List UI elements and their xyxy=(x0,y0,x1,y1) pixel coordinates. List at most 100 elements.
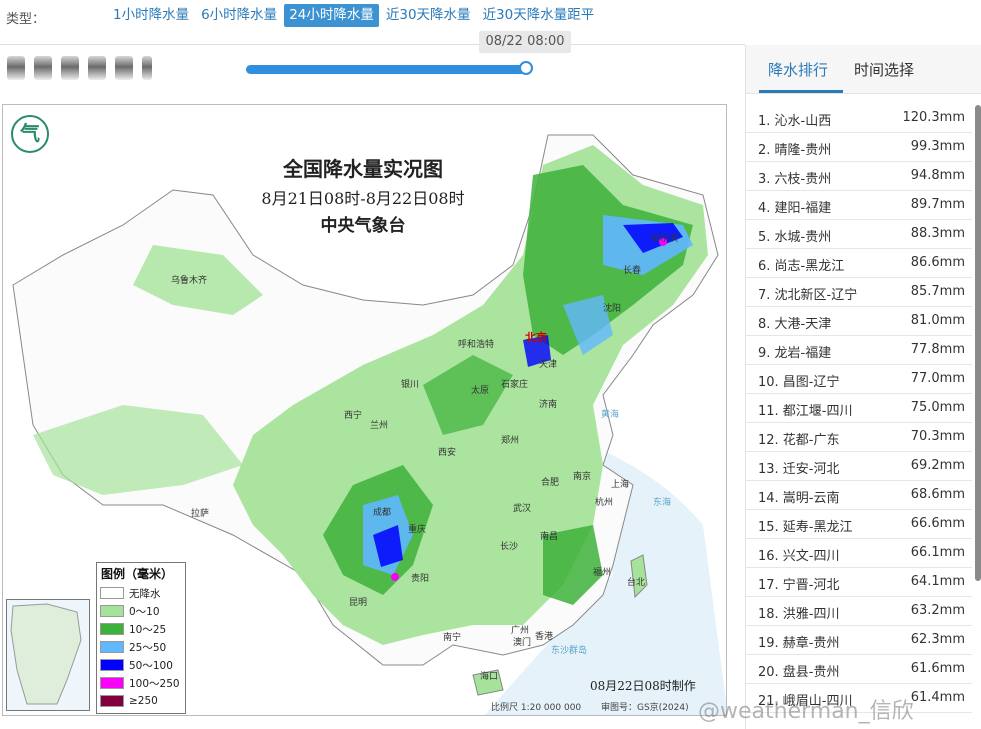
ranking-row[interactable]: 4. 建阳-福建 89.7mm xyxy=(746,191,972,220)
first-frame-button[interactable] xyxy=(7,56,25,80)
legend-item: 0～10 xyxy=(97,602,185,620)
last-frame-button[interactable] xyxy=(115,56,133,80)
ranking-tabs: 降水排行 时间选择 xyxy=(746,45,981,94)
ranking-row[interactable]: 18. 洪雅-四川 63.2mm xyxy=(746,597,972,626)
legend-label: 无降水 xyxy=(129,587,161,600)
ranking-row[interactable]: 13. 迁安-河北 69.2mm xyxy=(746,452,972,481)
tab-30d-anomaly[interactable]: 近30天降水量距平 xyxy=(478,4,600,27)
city-label: 沈阳 xyxy=(603,304,622,314)
ranking-row[interactable]: 9. 龙岩-福建 77.8mm xyxy=(746,336,972,365)
tab-1h-precip[interactable]: 1小时降水量 xyxy=(108,4,194,27)
tab-30d-precip[interactable]: 近30天降水量 xyxy=(381,4,476,27)
map-legend: 图例（毫米） 无降水 0～10 10～25 25～50 50～100 100～2… xyxy=(96,562,186,714)
city-label: 合肥 xyxy=(541,478,560,488)
ranking-value: 86.6mm xyxy=(910,255,965,270)
legend-item: 100～250 xyxy=(97,674,185,692)
sea-label: 东海 xyxy=(653,498,672,508)
ranking-value: 89.7mm xyxy=(910,197,965,212)
time-slider-handle[interactable] xyxy=(519,61,533,75)
ranking-row[interactable]: 11. 都江堰-四川 75.0mm xyxy=(746,394,972,423)
type-label: 类型： xyxy=(6,12,46,27)
map-org: 中央气象台 xyxy=(320,216,406,236)
city-label: 杭州 xyxy=(595,498,614,508)
legend-swatch xyxy=(100,659,124,671)
ranking-value: 68.6mm xyxy=(910,487,965,502)
city-label: 南昌 xyxy=(540,532,559,542)
city-label: 海口 xyxy=(480,672,499,682)
ranking-row[interactable]: 19. 赫章-贵州 62.3mm xyxy=(746,626,972,655)
ranking-value: 64.1mm xyxy=(910,574,965,589)
play-button[interactable] xyxy=(61,56,79,80)
precip-map[interactable]: 气 全国降水量实况图 8月21日08时-8月22日08时 中央气象台 乌鲁木齐 … xyxy=(2,104,727,716)
ranking-value: 94.8mm xyxy=(910,168,965,183)
city-label: 天津 xyxy=(539,360,558,370)
sea-label: 东沙群岛 xyxy=(551,646,588,656)
ranking-row[interactable]: 12. 花都-广东 70.3mm xyxy=(746,423,972,452)
legend-swatch xyxy=(100,677,124,689)
ranking-station: 10. 昌图-辽宁 xyxy=(758,375,840,390)
map-title: 全国降水量实况图 xyxy=(283,157,443,181)
ranking-row[interactable]: 1. 沁水-山西 120.3mm xyxy=(746,104,972,133)
city-label: 太原 xyxy=(471,386,490,396)
legend-item: 10～25 xyxy=(97,620,185,638)
ranking-row[interactable]: 8. 大港-天津 81.0mm xyxy=(746,307,972,336)
tab-time-select[interactable]: 时间选择 xyxy=(854,59,914,80)
ranking-station: 18. 洪雅-四川 xyxy=(758,607,840,622)
city-label: 郑州 xyxy=(501,436,520,446)
ranking-row[interactable]: 5. 水城-贵州 88.3mm xyxy=(746,220,972,249)
legend-swatch xyxy=(100,605,124,617)
city-label: 香港 xyxy=(535,632,554,642)
city-label: 重庆 xyxy=(408,525,427,535)
ranking-value: 61.4mm xyxy=(910,690,965,705)
ranking-row[interactable]: 6. 尚志-黑龙江 86.6mm xyxy=(746,249,972,278)
ranking-station: 15. 延寿-黑龙江 xyxy=(758,520,853,535)
map-subtitle: 8月21日08时-8月22日08时 xyxy=(261,189,465,208)
type-bar: 类型： 1小时降水量 6小时降水量 24小时降水量 近30天降水量 近30天降水… xyxy=(0,0,981,32)
ranking-row[interactable]: 3. 六枝-贵州 94.8mm xyxy=(746,162,972,191)
tab-6h-precip[interactable]: 6小时降水量 xyxy=(196,4,282,27)
city-label: 澳门 xyxy=(513,638,532,648)
active-tab-indicator xyxy=(759,90,843,93)
ranking-station: 3. 六枝-贵州 xyxy=(758,172,832,187)
ranking-row[interactable]: 7. 沈北新区-辽宁 85.7mm xyxy=(746,278,972,307)
ranking-row[interactable]: 15. 延寿-黑龙江 66.6mm xyxy=(746,510,972,539)
map-review-no: 审图号：GS京(2024) xyxy=(601,703,689,713)
city-label: 南宁 xyxy=(443,633,462,643)
ranking-panel: 降水排行 时间选择 1. 沁水-山西 120.3mm 2. 晴隆-贵州 99.3mm 3… xyxy=(745,45,981,729)
tab-ranking[interactable]: 降水排行 xyxy=(768,59,828,80)
pause-button[interactable] xyxy=(142,56,152,80)
city-label: 兰州 xyxy=(370,421,389,431)
legend-item: 25～50 xyxy=(97,638,185,656)
tab-24h-precip[interactable]: 24小时降水量 xyxy=(284,4,379,27)
prev-frame-button[interactable] xyxy=(34,56,52,80)
ranking-row[interactable]: 14. 嵩明-云南 68.6mm xyxy=(746,481,972,510)
ranking-row[interactable]: 17. 宁晋-河北 64.1mm xyxy=(746,568,972,597)
map-scale: 比例尺 1:20 000 000 xyxy=(491,703,582,713)
playback-controls xyxy=(7,56,152,80)
divider xyxy=(0,44,745,45)
city-label: 福州 xyxy=(593,568,612,578)
city-label: 西宁 xyxy=(344,411,363,421)
ranking-station: 4. 建阳-福建 xyxy=(758,201,832,216)
time-slider-track[interactable] xyxy=(246,65,527,74)
ranking-station: 1. 沁水-山西 xyxy=(758,114,832,129)
ranking-station: 7. 沈北新区-辽宁 xyxy=(758,288,858,303)
ranking-scrollbar[interactable] xyxy=(975,105,981,581)
ranking-row[interactable]: 16. 兴文-四川 66.1mm xyxy=(746,539,972,568)
ranking-row[interactable]: 10. 昌图-辽宁 77.0mm xyxy=(746,365,972,394)
ranking-station: 20. 盘县-贵州 xyxy=(758,665,840,680)
ranking-value: 63.2mm xyxy=(910,603,965,618)
legend-swatch xyxy=(100,641,124,653)
ranking-value: 81.0mm xyxy=(910,313,965,328)
ranking-station: 2. 晴隆-贵州 xyxy=(758,143,832,158)
legend-label: ≥250 xyxy=(129,695,158,707)
ranking-row[interactable]: 20. 盘县-贵州 61.6mm xyxy=(746,655,972,684)
city-label: 上海 xyxy=(611,480,630,490)
city-label: 银川 xyxy=(401,380,420,390)
south-china-sea-inset xyxy=(6,599,90,711)
ranking-row[interactable]: 2. 晴隆-贵州 99.3mm xyxy=(746,133,972,162)
city-label: 台北 xyxy=(627,578,646,588)
legend-label: 25～50 xyxy=(129,641,167,654)
city-label: 成都 xyxy=(373,508,392,518)
next-frame-button[interactable] xyxy=(88,56,106,80)
